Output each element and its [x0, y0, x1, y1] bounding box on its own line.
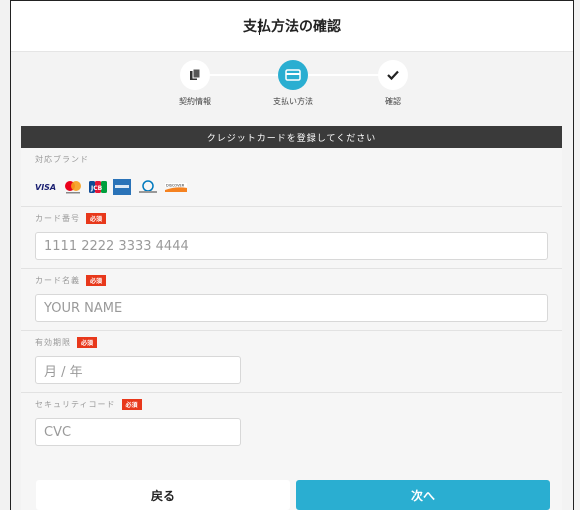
- step-label-payment: 支払い方法: [273, 97, 313, 106]
- mastercard-logo-icon: [65, 181, 81, 194]
- card-name-input[interactable]: YOUR NAME: [35, 294, 548, 322]
- svg-text:DISCOVER: DISCOVER: [166, 184, 185, 188]
- card-name-label: カード名義 必須: [35, 275, 548, 286]
- back-button[interactable]: 戻る: [36, 480, 290, 510]
- amex-logo-icon: [113, 179, 131, 195]
- visa-logo-icon: VISA: [35, 183, 56, 192]
- next-button[interactable]: 次へ: [296, 480, 550, 510]
- svg-text:JCB: JCB: [90, 185, 103, 192]
- discover-logo-icon: DISCOVER: [165, 183, 187, 192]
- form-header: クレジットカードを登録してください: [21, 126, 562, 148]
- expiry-label: 有効期限 必須: [35, 337, 548, 348]
- page-title-text: 支払方法の確認: [243, 19, 341, 35]
- cvc-label: セキュリティコード 必須: [35, 399, 548, 410]
- document-icon: [180, 60, 210, 90]
- card-name-section: カード名義 必須 YOUR NAME: [21, 269, 562, 331]
- check-icon: [378, 60, 408, 90]
- card-number-input[interactable]: 1111 2222 3333 4444: [35, 232, 548, 260]
- form-header-text: クレジットカードを登録してください: [206, 133, 377, 144]
- jcb-logo-icon: JCB: [89, 181, 107, 193]
- brands-label: 対応ブランド: [35, 155, 89, 164]
- expiry-section: 有効期限 必須 月 / 年: [21, 331, 562, 393]
- svg-text:VISA: VISA: [35, 183, 56, 192]
- step-contract-info: 契約情報: [150, 60, 240, 107]
- credit-card-form: クレジットカードを登録してください 対応ブランド VISA JCB DISCOV…: [21, 126, 562, 510]
- card-number-label: カード番号 必須: [35, 213, 548, 224]
- page-title: 支払方法の確認: [11, 1, 573, 52]
- required-badge: 必須: [86, 275, 107, 286]
- progress-stepper: 契約情報 支払い方法 確認: [11, 52, 573, 124]
- cvc-section: セキュリティコード 必須 CVC: [21, 393, 562, 454]
- brand-logos: VISA JCB DISCOVER: [35, 179, 548, 195]
- text-cursor: [259, 21, 260, 35]
- diners-club-logo-icon: [139, 180, 157, 193]
- step-label-contract: 契約情報: [179, 97, 211, 106]
- card-number-section: カード番号 必須 1111 2222 3333 4444: [21, 207, 562, 269]
- required-badge: 必須: [86, 213, 107, 224]
- required-badge: 必須: [77, 337, 98, 348]
- required-badge: 必須: [121, 399, 142, 410]
- step-payment-method: 支払い方法: [248, 60, 338, 107]
- credit-card-icon: [278, 60, 308, 90]
- brands-section: 対応ブランド VISA JCB DISCOVER: [21, 148, 562, 207]
- step-confirm: 確認: [348, 60, 438, 107]
- expiry-input[interactable]: 月 / 年: [35, 356, 241, 384]
- step-label-confirm: 確認: [385, 97, 401, 106]
- modal-frame: 支払方法の確認 契約情報 支払い方法 確認 クレジットカードを登録してください …: [10, 0, 574, 510]
- cvc-input[interactable]: CVC: [35, 418, 241, 446]
